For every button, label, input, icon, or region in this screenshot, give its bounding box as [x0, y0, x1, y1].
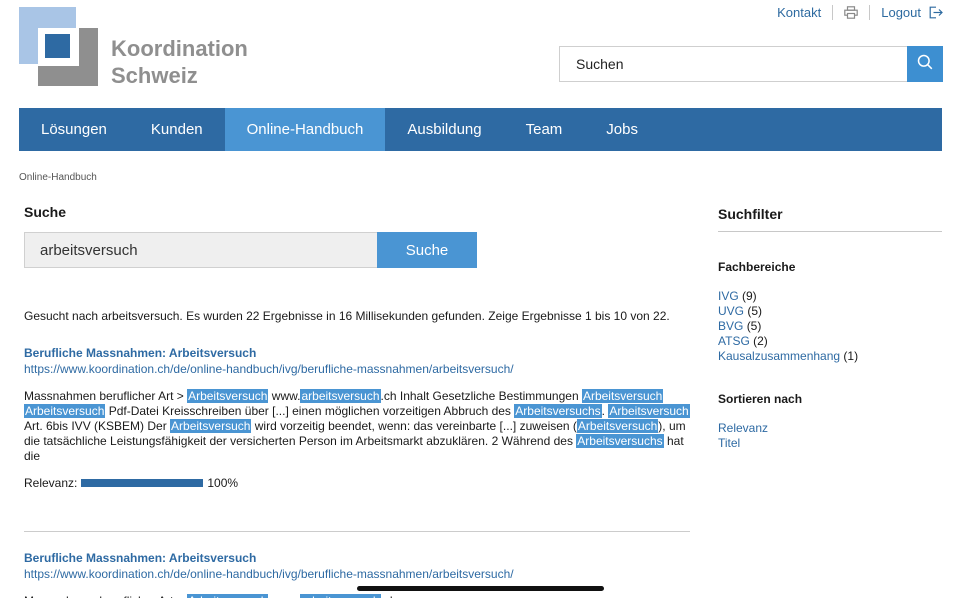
logout-icon[interactable] — [929, 6, 943, 19]
filter-heading: Suchfilter — [718, 206, 942, 232]
search-result: Berufliche Massnahmen: Arbeitsversuch ht… — [24, 346, 690, 490]
breadcrumb[interactable]: Online-Handbuch — [19, 172, 97, 183]
highlighted-term: arbeitsversuch — [300, 389, 381, 403]
result-snippet: Massnahmen beruflicher Art > Arbeitsvers… — [24, 389, 690, 464]
facets-heading: Fachbereiche — [718, 260, 796, 274]
facet-count: (1) — [843, 349, 859, 363]
facet-item-bvg[interactable]: BVG (5) — [718, 319, 942, 334]
search-heading: Suche — [24, 204, 67, 220]
relevance-bar — [81, 479, 204, 487]
sort-option-relevanz[interactable]: Relevanz — [718, 421, 942, 436]
logo[interactable]: Koordination Schweiz — [19, 7, 259, 88]
home-indicator — [357, 586, 604, 591]
nav-item-kunden[interactable]: Kunden — [129, 108, 225, 151]
sort-option-titel[interactable]: Titel — [718, 436, 942, 451]
result-url[interactable]: https://www.koordination.ch/de/online-ha… — [24, 566, 690, 582]
highlighted-term: Arbeitsversuchs — [514, 404, 602, 418]
printer-icon[interactable] — [844, 5, 859, 19]
result-divider — [24, 531, 690, 532]
highlighted-term: arbeitsversuch — [300, 594, 381, 598]
nav-item-jobs[interactable]: Jobs — [584, 108, 660, 151]
search-query-input[interactable] — [24, 232, 377, 268]
highlighted-term: Arbeitsversuch — [187, 389, 269, 403]
highlighted-term: Arbeitsversuch — [608, 404, 690, 418]
nav-item-loesungen[interactable]: Lösungen — [19, 108, 129, 151]
highlighted-term: Arbeitsversuch — [170, 419, 252, 433]
facet-item-ivg[interactable]: IVG (9) — [718, 289, 942, 304]
utility-bar: Kontakt Logout — [777, 4, 943, 20]
facet-list: IVG (9) UVG (5) BVG (5) ATSG (2) Kausalz… — [718, 289, 942, 364]
logo-text: Koordination — [111, 36, 248, 61]
facet-label[interactable]: Kausalzusammenhang — [718, 349, 840, 363]
logout-link[interactable]: Logout — [881, 5, 921, 20]
facet-item-uvg[interactable]: UVG (5) — [718, 304, 942, 319]
snippet-text: www. — [268, 594, 301, 598]
facet-count: (5) — [746, 319, 762, 333]
search-summary: Gesucht nach arbeitsversuch. Es wurden 2… — [24, 309, 670, 323]
sort-heading: Sortieren nach — [718, 392, 803, 406]
snippet-text: .ch Inhalt Gesetzliche Bestimmungen — [380, 389, 582, 403]
divider — [832, 4, 834, 20]
logo-mark — [45, 34, 70, 58]
sort-options: Relevanz Titel — [718, 421, 942, 451]
snippet-text: www. — [268, 389, 301, 403]
search-submit-button[interactable]: Suche — [377, 232, 477, 268]
logo-text: Schweiz — [111, 63, 198, 88]
relevance-value: 100% — [207, 476, 239, 490]
highlighted-term: Arbeitsversuch — [581, 389, 664, 403]
result-title[interactable]: Berufliche Massnahmen: Arbeitsversuch — [24, 551, 690, 566]
search-form: Suche — [24, 232, 690, 268]
facet-label[interactable]: BVG — [718, 319, 743, 333]
facet-label[interactable]: ATSG — [718, 334, 750, 348]
snippet-text: Pdf-Datei Kreisschreiben über [...] eine… — [105, 404, 515, 418]
result-title[interactable]: Berufliche Massnahmen: Arbeitsversuch — [24, 346, 690, 361]
facet-count: (9) — [742, 289, 757, 303]
snippet-text: .ch — [381, 594, 397, 598]
search-icon — [917, 54, 933, 75]
main-nav: Lösungen Kunden Online-Handbuch Ausbildu… — [19, 108, 942, 151]
snippet-text: Art. 6bis IVV (KSBEM) Der — [24, 419, 171, 433]
search-filter-sidebar: Suchfilter Fachbereiche IVG (9) UVG (5) … — [718, 206, 942, 451]
header-search-input[interactable] — [559, 46, 907, 82]
highlighted-term: Arbeitsversuch — [24, 404, 106, 418]
highlighted-term: Arbeitsversuchs — [576, 434, 664, 448]
nav-item-team[interactable]: Team — [504, 108, 585, 151]
contact-link[interactable]: Kontakt — [777, 5, 821, 20]
header-search-button[interactable] — [907, 46, 943, 82]
header-search — [559, 46, 943, 82]
highlighted-term: Arbeitsversuch — [576, 419, 659, 433]
snippet-text: Massnahmen beruflicher Art > — [24, 594, 187, 598]
search-results-section: Suche Suche Gesucht nach arbeitsversuch.… — [24, 204, 690, 598]
highlighted-term: Arbeitsversuch — [187, 594, 269, 598]
relevance-row: Relevanz: 100% — [24, 476, 690, 490]
facet-count: (2) — [753, 334, 768, 348]
snippet-text: wird vorzeitig beendet, wenn: das verein… — [251, 419, 577, 433]
result-url[interactable]: https://www.koordination.ch/de/online-ha… — [24, 361, 690, 377]
result-snippet: Massnahmen beruflicher Art > Arbeitsvers… — [24, 594, 690, 598]
snippet-text: Massnahmen beruflicher Art > — [24, 389, 188, 403]
nav-item-ausbildung[interactable]: Ausbildung — [385, 108, 503, 151]
facet-count: (5) — [747, 304, 763, 318]
nav-item-online-handbuch[interactable]: Online-Handbuch — [224, 108, 386, 151]
facet-item-atsg[interactable]: ATSG (2) — [718, 334, 942, 349]
facet-label[interactable]: UVG — [718, 304, 744, 318]
facet-label[interactable]: IVG — [718, 289, 739, 303]
facet-item-kausalzusammenhang[interactable]: Kausalzusammenhang (1) — [718, 349, 942, 364]
relevance-label: Relevanz: — [24, 476, 78, 490]
divider — [869, 4, 871, 20]
